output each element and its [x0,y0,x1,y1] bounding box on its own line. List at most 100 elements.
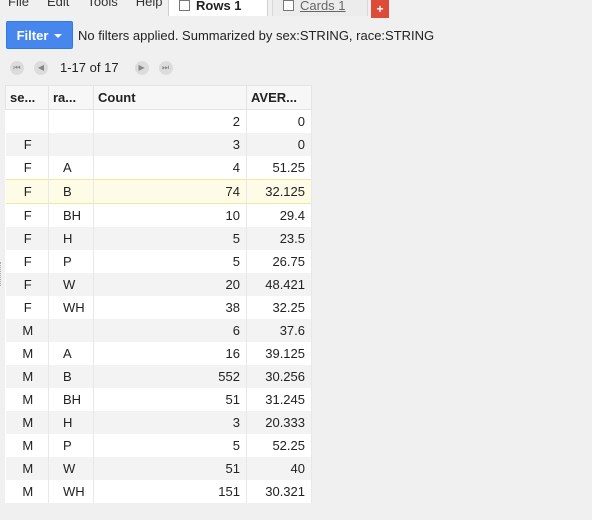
cell-count: 5 [93,250,247,273]
cell-sex: F [5,296,49,319]
cell-race: BH [48,203,94,227]
resize-handle[interactable] [0,262,4,286]
cell-race: A [48,342,94,365]
cell-sex: M [5,434,49,457]
tab-cards-label: Cards 1 [300,0,346,13]
cell-average: 20.333 [246,411,312,434]
menu-help[interactable]: Help [136,0,163,9]
cell-average: 32.125 [246,179,312,204]
column-header-count[interactable]: Count [93,85,247,110]
cell-sex: F [5,156,49,180]
card-icon [283,0,294,11]
cell-race [48,133,94,156]
table-row[interactable]: F WH 38 32.25 [5,296,312,319]
cell-sex: F [5,179,49,204]
table-row[interactable]: M 6 37.6 [5,319,312,342]
table-row[interactable]: F A 4 51.25 [5,156,312,180]
cell-average: 30.256 [246,365,312,388]
cell-count: 3 [93,133,247,156]
cell-sex: F [5,203,49,227]
cell-race: A [48,156,94,180]
table-row[interactable]: M P 5 52.25 [5,434,312,457]
table-row[interactable]: M B 552 30.256 [5,365,312,388]
column-header-sex[interactable]: se... [5,85,49,110]
table-row[interactable]: 20 [5,109,312,133]
cell-average: 52.25 [246,434,312,457]
column-header-race[interactable]: ra... [48,85,94,110]
cell-count: 20 [93,273,247,296]
cell-average: 39.125 [246,342,312,365]
table-row[interactable]: M W 51 40 [5,457,312,480]
cell-count: 2 [93,109,247,133]
table-row[interactable]: F P 5 26.75 [5,250,312,273]
cell-average: 23.5 [246,227,312,250]
cell-sex: M [5,388,49,411]
filter-button[interactable]: Filter [6,21,73,49]
cell-sex [5,109,49,133]
add-tab-button[interactable]: + [371,0,389,18]
menu-file[interactable]: File [8,0,29,9]
data-table: se... ra... Count AVER... 2 0 F 3 0 F A 4 51.25 F… [5,85,312,503]
cell-count: 51 [93,457,247,480]
cell-count: 5 [93,434,247,457]
cell-sex: M [5,411,49,434]
cell-race [48,109,94,133]
table-header-row: se... ra... Count AVER... [5,85,312,110]
cell-average: 48.421 [246,273,312,296]
cell-count: 38 [93,296,247,319]
menu-tools[interactable]: Tools [87,0,117,9]
cell-race: W [48,273,94,296]
cell-count: 16 [93,342,247,365]
cell-sex: F [5,250,49,273]
cell-average: 26.75 [246,250,312,273]
table-row[interactable]: M H 3 20.333 [5,411,312,434]
next-page-icon[interactable]: ▶ [134,60,149,75]
cell-average: 29.4 [246,203,312,227]
cell-average: 0 [246,109,312,133]
cell-race: B [48,179,94,204]
cell-race: W [48,457,94,480]
table-body: 2 0 F 3 0 F A 4 51.25 F B 74 32.125 F BH 10 29.4 F H 5 23.5 F… [5,109,312,503]
table-row[interactable]: F 30 [5,133,312,156]
table-row[interactable]: M BH 51 31.245 [5,388,312,411]
last-page-icon[interactable]: ⏭ [158,60,173,75]
cell-sex: M [5,319,49,342]
table-row[interactable]: F H 5 23.5 [5,227,312,250]
cell-race: WH [48,296,94,319]
cell-count: 4 [93,156,247,180]
prev-page-icon[interactable]: ◀ [34,60,48,75]
cell-average: 40 [246,457,312,480]
cell-sex: M [5,480,49,503]
cell-count: 6 [93,319,247,342]
table-row[interactable]: F BH 10 29.4 [5,203,312,227]
cell-count: 3 [93,411,247,434]
cell-sex: F [5,273,49,296]
cell-race: P [48,250,94,273]
pager-label: 1-17 of 17 [60,60,119,75]
table-row[interactable]: F B 74 32.125 [5,179,312,204]
cell-sex: M [5,365,49,388]
cell-race: H [48,411,94,434]
cell-count: 552 [93,365,247,388]
pager: ⏮ ◀ 1-17 of 17 ▶ ⏭ [10,60,183,75]
cell-race: P [48,434,94,457]
table-row[interactable]: F W 20 48.421 [5,273,312,296]
first-page-icon[interactable]: ⏮ [10,60,24,75]
menu-edit[interactable]: Edit [47,0,69,9]
cell-sex: M [5,342,49,365]
cell-count: 151 [93,480,247,503]
table-icon [179,0,190,11]
table-row[interactable]: M A 16 39.125 [5,342,312,365]
chevron-down-icon [54,34,63,38]
table-row[interactable]: M WH 151 30.321 [5,480,312,503]
tab-rows[interactable]: Rows 1 [168,0,268,16]
cell-race [48,319,94,342]
cell-race: BH [48,388,94,411]
cell-average: 37.6 [246,319,312,342]
cell-sex: F [5,133,49,156]
column-header-average[interactable]: AVER... [246,85,312,110]
cell-count: 51 [93,388,247,411]
tab-cards[interactable]: Cards 1 [272,0,368,16]
tab-rows-label: Rows 1 [196,0,242,13]
cell-sex: M [5,457,49,480]
